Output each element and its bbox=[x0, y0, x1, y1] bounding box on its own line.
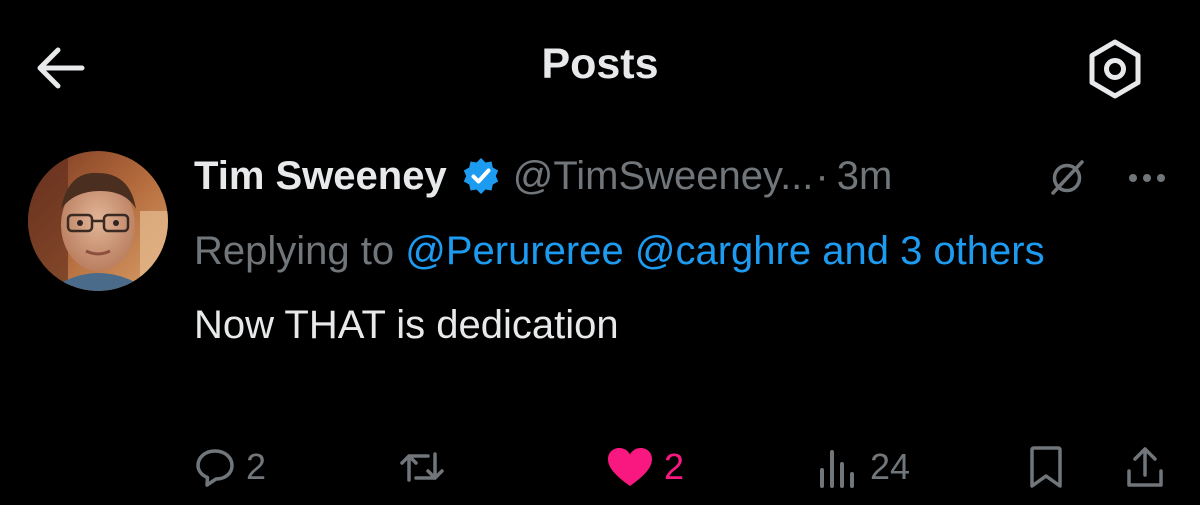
action-bar: 2 2 24 bbox=[194, 445, 1174, 505]
views-icon bbox=[820, 450, 854, 488]
bookmark-button[interactable] bbox=[1026, 445, 1066, 489]
author-handle[interactable]: @TimSweeney... bbox=[513, 154, 814, 199]
mention-carghre[interactable]: @carghre bbox=[635, 229, 811, 273]
post-header: Tim Sweeney @TimSweeney... · 3m bbox=[194, 149, 1174, 203]
views-count: 24 bbox=[870, 446, 911, 487]
more-icon bbox=[1129, 174, 1165, 182]
repost-icon bbox=[400, 452, 444, 482]
like-count: 2 bbox=[664, 446, 685, 487]
grok-icon[interactable] bbox=[1046, 157, 1088, 199]
avatar-image bbox=[28, 151, 168, 291]
repost-button[interactable] bbox=[398, 445, 456, 489]
gear-icon bbox=[1089, 39, 1141, 99]
replying-to: Replying to @Perureree @carghre and 3 ot… bbox=[194, 217, 1054, 285]
bookmark-icon bbox=[1030, 446, 1062, 488]
reply-count: 2 bbox=[246, 446, 267, 487]
timestamp[interactable]: 3m bbox=[837, 154, 893, 199]
mention-others[interactable]: and 3 others bbox=[822, 229, 1044, 273]
reply-button[interactable]: 2 bbox=[194, 445, 266, 489]
top-bar: Posts bbox=[0, 0, 1200, 135]
post-content: Tim Sweeney @TimSweeney... · 3m Replying… bbox=[194, 149, 1174, 348]
more-options-button[interactable] bbox=[1124, 161, 1170, 195]
post-text: Now THAT is dedication bbox=[194, 303, 619, 347]
views-button[interactable]: 24 bbox=[816, 445, 910, 489]
share-icon bbox=[1127, 447, 1163, 487]
heart-icon bbox=[608, 448, 652, 486]
verified-badge-icon bbox=[461, 156, 501, 196]
mention-perureree[interactable]: @Perureree bbox=[405, 229, 623, 273]
replying-to-label: Replying to bbox=[194, 229, 395, 273]
separator-dot: · bbox=[815, 153, 829, 198]
post[interactable]: Tim Sweeney @TimSweeney... · 3m Replying… bbox=[0, 135, 1200, 488]
reply-icon bbox=[196, 449, 234, 487]
share-button[interactable] bbox=[1124, 445, 1166, 489]
page-title: Posts bbox=[541, 40, 659, 88]
avatar[interactable] bbox=[28, 151, 168, 291]
like-button[interactable]: 2 bbox=[606, 445, 684, 489]
settings-button[interactable] bbox=[1082, 36, 1148, 102]
author-name[interactable]: Tim Sweeney bbox=[194, 154, 447, 199]
